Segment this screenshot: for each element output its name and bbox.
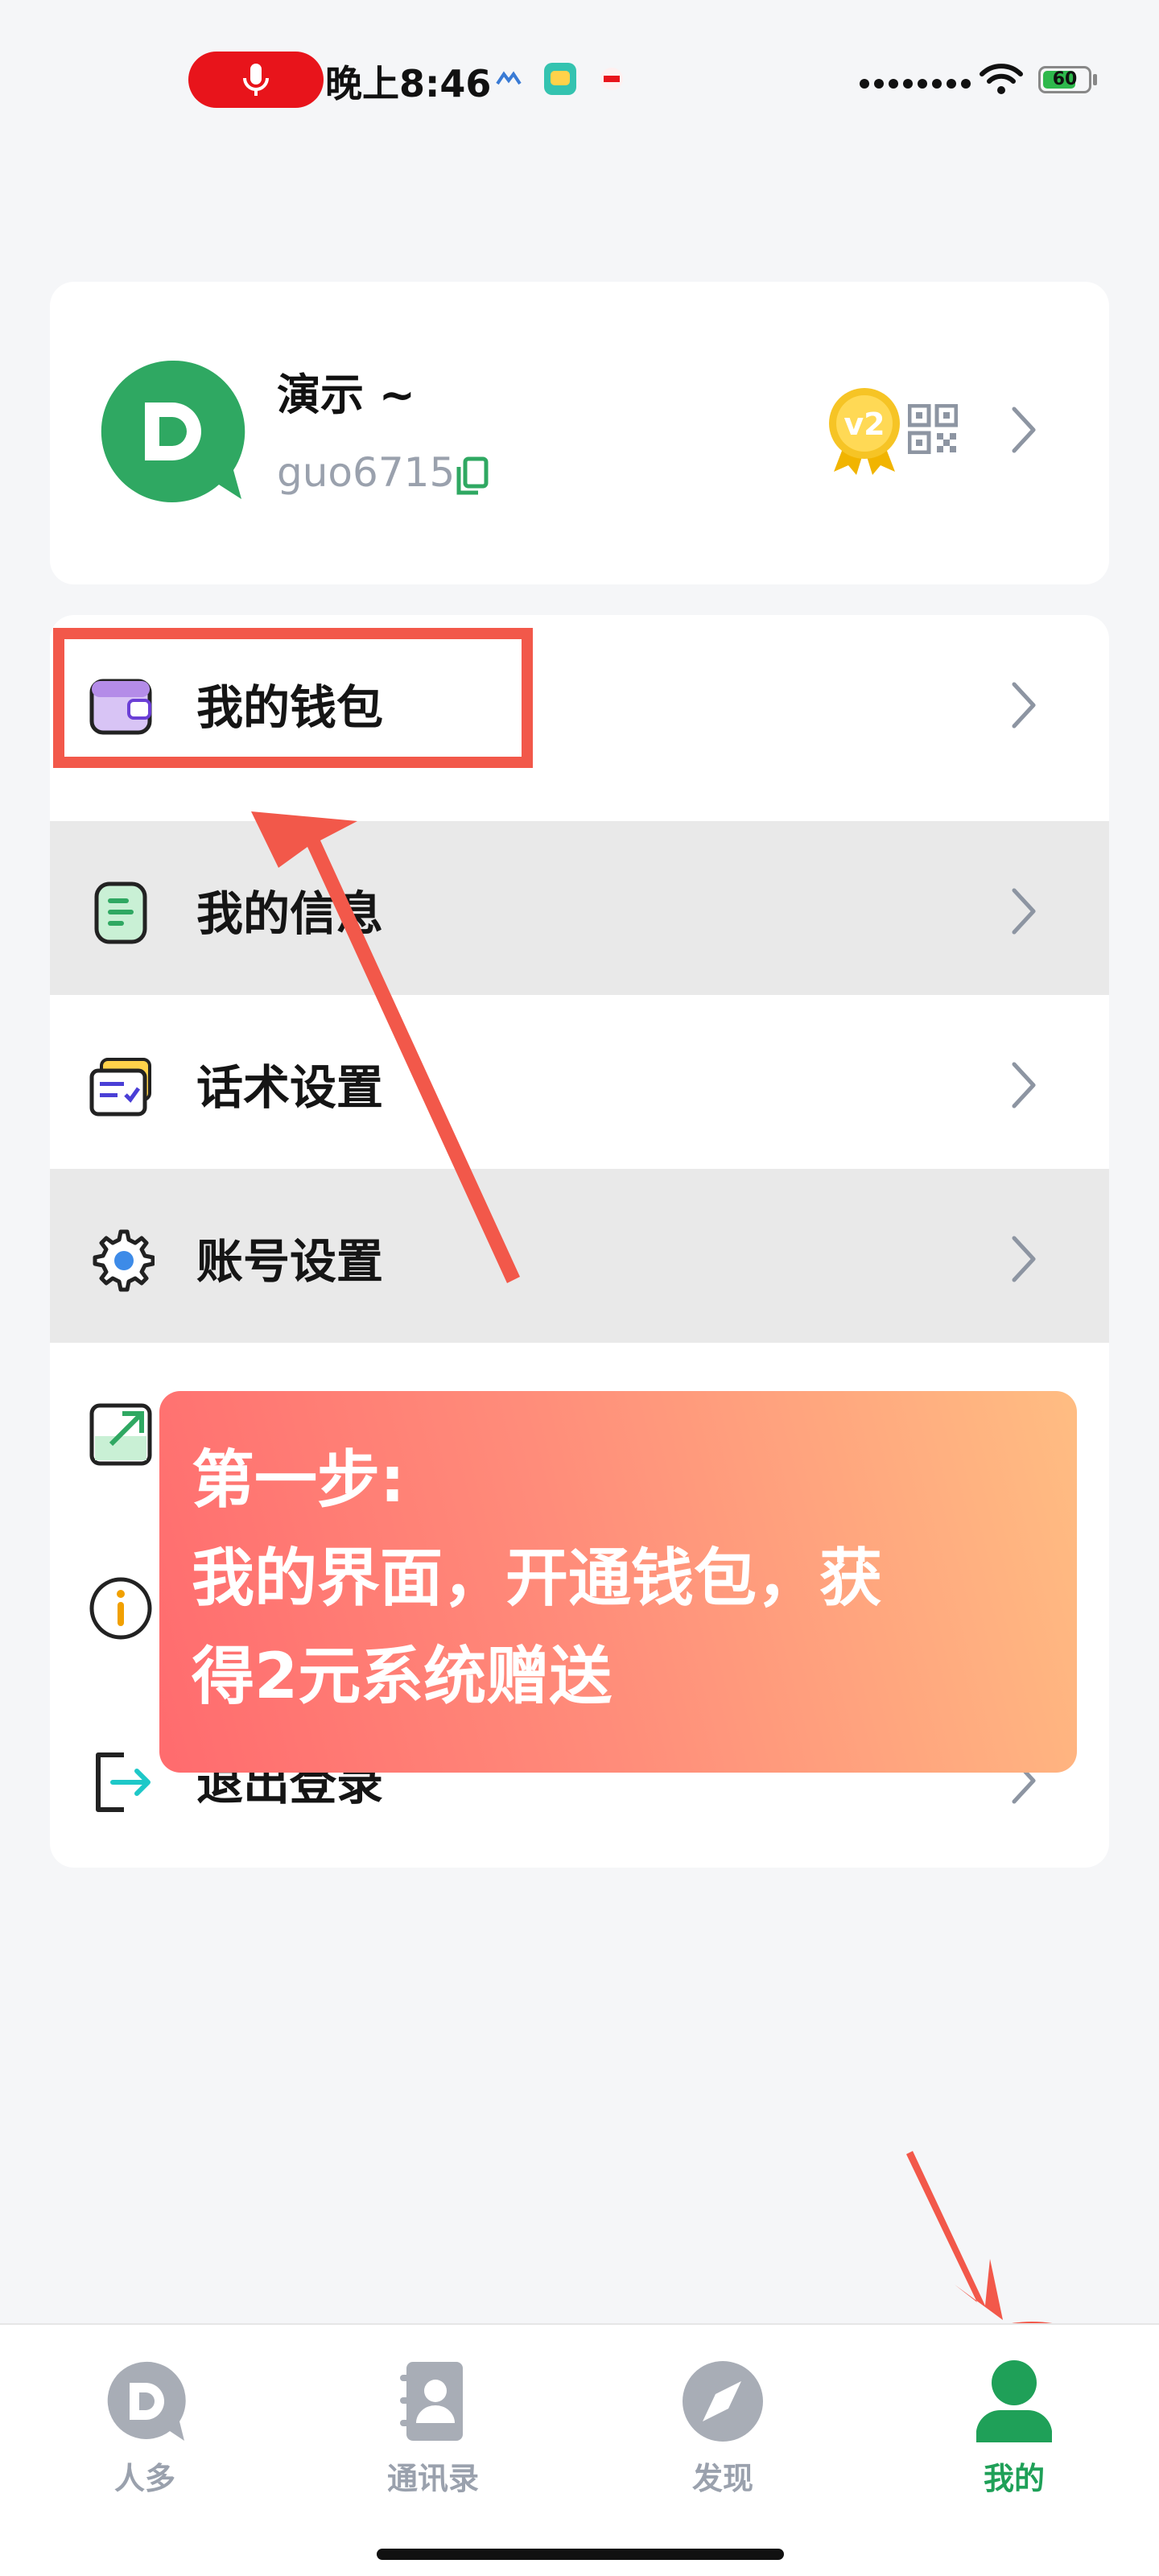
tab-discover[interactable]: 发现 xyxy=(634,2357,811,2518)
step-callout: 第一步: 我的界面，开通钱包，获 得2元系统赠送 xyxy=(159,1391,1077,1773)
tab-home[interactable]: 人多 xyxy=(56,2357,233,2518)
tab-contacts[interactable]: 通讯录 xyxy=(344,2357,522,2518)
callout-line: 第一步: xyxy=(192,1444,406,1517)
home-indicator[interactable] xyxy=(377,2549,784,2560)
annotation-arrows xyxy=(251,811,1146,2524)
person-icon xyxy=(976,2360,1052,2442)
profile-tab-arrow xyxy=(906,2151,1003,2320)
compass-icon xyxy=(683,2361,763,2442)
bottom-tab-bar: 人多 通讯录 发现 我的 xyxy=(0,2323,1159,2576)
callout-text: 第一步: 我的界面，开通钱包，获 得2元系统赠送 xyxy=(192,1431,1061,1726)
tab-label: 人多 xyxy=(113,2461,175,2496)
callout-line: 得2元系统赠送 xyxy=(192,1641,612,1713)
callout-line: 我的界面，开通钱包，获 xyxy=(192,1542,883,1615)
tab-label: 发现 xyxy=(691,2461,753,2496)
app-logo-icon xyxy=(107,2361,186,2441)
contacts-icon xyxy=(400,2362,463,2441)
tab-label: 通讯录 xyxy=(386,2461,479,2496)
tab-label: 我的 xyxy=(983,2461,1045,2496)
tab-profile[interactable]: 我的 xyxy=(926,2357,1103,2518)
wallet-arrow xyxy=(251,811,520,1283)
